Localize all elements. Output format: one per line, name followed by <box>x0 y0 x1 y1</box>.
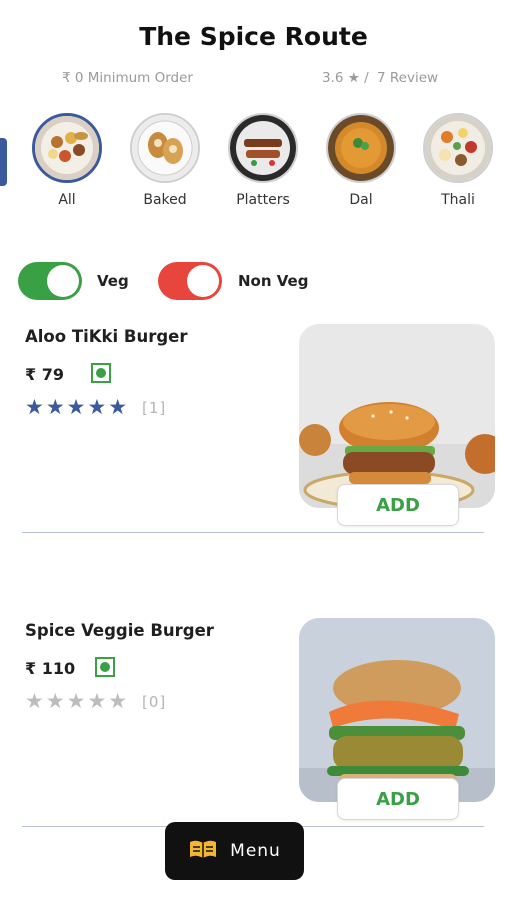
item-photo <box>299 324 495 508</box>
non-veg-toggle[interactable] <box>158 262 222 300</box>
veg-toggle[interactable] <box>18 262 82 300</box>
rating-count: [0] <box>142 693 167 711</box>
category-thali[interactable]: Thali <box>420 113 496 208</box>
veg-toggle-knob <box>47 265 79 297</box>
veg-toggle-label: Veg <box>97 272 129 290</box>
category-all[interactable]: All <box>29 113 105 208</box>
restaurant-name: The Spice Route <box>139 22 368 51</box>
category-all-image <box>32 113 102 183</box>
item-price: ₹ 110 <box>25 659 76 678</box>
menu-button[interactable]: Menu <box>165 822 304 880</box>
star-rating: ★★★★★ <box>25 395 130 419</box>
category-platters-image <box>228 113 298 183</box>
rating-text: 3.6 ★ / <box>322 70 369 86</box>
category-label: Platters <box>236 192 290 208</box>
category-label: Dal <box>349 192 373 208</box>
menu-book-icon <box>188 838 218 865</box>
add-button[interactable]: ADD <box>337 484 459 526</box>
veg-indicator-icon <box>95 657 115 677</box>
item-name: Spice Veggie Burger <box>25 621 214 640</box>
item-name: Aloo TiKki Burger <box>25 327 188 346</box>
rating-count: [1] <box>142 399 167 417</box>
category-label: Baked <box>143 192 187 208</box>
category-label: All <box>58 192 76 208</box>
category-dal-image <box>326 113 396 183</box>
side-drawer-tab[interactable] <box>0 138 7 186</box>
add-button[interactable]: ADD <box>337 778 459 820</box>
category-dal[interactable]: Dal <box>323 113 399 208</box>
review-count-link[interactable]: 7 Review <box>377 70 438 86</box>
non-veg-toggle-knob <box>187 265 219 297</box>
category-thali-image <box>423 113 493 183</box>
category-label: Thali <box>441 192 475 208</box>
category-baked-image <box>130 113 200 183</box>
star-rating: ★★★★★ <box>25 689 130 713</box>
item-price: ₹ 79 <box>25 365 64 384</box>
menu-button-label: Menu <box>230 841 281 861</box>
veg-indicator-icon <box>91 363 111 383</box>
item-photo <box>299 618 495 802</box>
item-divider <box>22 532 484 533</box>
category-baked[interactable]: Baked <box>127 113 203 208</box>
category-platters[interactable]: Platters <box>225 113 301 208</box>
minimum-order-text: ₹ 0 Minimum Order <box>62 70 193 86</box>
non-veg-toggle-label: Non Veg <box>238 272 309 290</box>
